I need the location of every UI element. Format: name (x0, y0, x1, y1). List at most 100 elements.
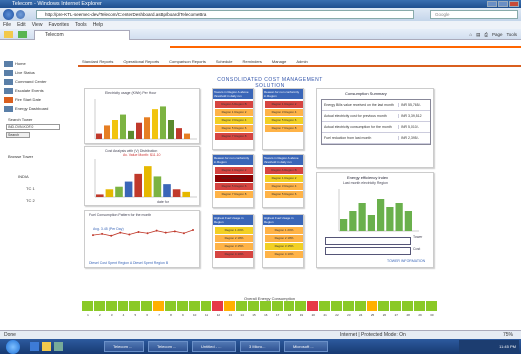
mid-panel-cell[interactable]: Region 5 Region 6 (265, 117, 303, 124)
sidebar-item-command-center[interactable]: Command Center (4, 78, 47, 86)
mid-panel-cell[interactable]: Region 3 Region 4 (265, 109, 303, 116)
timeline-cell[interactable] (425, 301, 438, 311)
timeline-cell[interactable] (117, 301, 130, 311)
timeline-cell[interactable] (283, 301, 296, 311)
clock[interactable]: 11:45 PM (499, 344, 516, 349)
mid-panel-cell[interactable]: Region 3 Region 4 (215, 117, 253, 124)
timeline-cell[interactable] (200, 301, 213, 311)
nav-schedule[interactable]: Schedule (216, 58, 233, 65)
timeline-cell[interactable] (82, 301, 94, 311)
taskbar-button[interactable]: Untitled - ... (192, 341, 236, 352)
timeline-cell[interactable] (224, 301, 237, 311)
timeline-cell[interactable] (354, 301, 367, 311)
mid-panel-cell[interactable]: Region 7 Region 8 (215, 133, 253, 140)
timeline-cell[interactable] (129, 301, 142, 311)
tower-information-link[interactable]: TOWER INFORMATION (387, 259, 425, 263)
start-button[interactable] (6, 340, 20, 354)
timeline-cell[interactable] (390, 301, 403, 311)
mid-panel-cell[interactable]: Region 5 Region 6 (215, 125, 253, 132)
tree-india[interactable]: INDIA (18, 174, 29, 179)
timeline-cell[interactable] (105, 301, 118, 311)
mid-panel-cell[interactable]: Region 3 15% (265, 243, 303, 250)
sidebar-item-fire-start-date[interactable]: Fire Start Date (4, 96, 41, 104)
forward-button[interactable] (16, 10, 25, 19)
timeline-cell[interactable] (141, 301, 154, 311)
timeline-cell[interactable] (212, 301, 225, 311)
search-input[interactable]: Google (430, 10, 518, 19)
mid-panel-cell[interactable]: Region 7 Region 8 (215, 191, 253, 198)
maximize-button[interactable] (498, 1, 508, 7)
mid-panel-cell[interactable]: Region 5 Region 6 (215, 183, 253, 190)
nav-admin[interactable]: Admin (296, 58, 307, 65)
timeline-cell[interactable] (153, 301, 166, 311)
sidebar-item-home[interactable]: Home (4, 60, 26, 68)
mid-panel-cell[interactable]: Region 1 Region 2 (265, 101, 303, 108)
folder-icon[interactable] (42, 342, 51, 351)
timeline-cell[interactable] (259, 301, 272, 311)
menu-help[interactable]: Help (93, 21, 103, 29)
sidebar-item-energy-dashboard[interactable]: Energy Dashboard (4, 105, 48, 113)
timeline-cell[interactable] (165, 301, 177, 311)
taskbar-button[interactable]: Telecom ... (104, 341, 144, 352)
mid-panel-cell[interactable]: Region 1 20% (215, 227, 253, 234)
feeds-icon[interactable]: ▤ (476, 31, 480, 38)
add-favorite-icon[interactable] (18, 31, 27, 38)
mid-panel-cell[interactable]: Region 4 10% (265, 251, 303, 258)
menu-favorites[interactable]: Favorites (48, 21, 69, 29)
timeline-cell[interactable] (414, 301, 426, 311)
tools-menu[interactable]: Tools (506, 31, 517, 38)
search-tower-input[interactable]: IND.OVN.KOF.0 (6, 124, 60, 130)
menu-tools[interactable]: Tools (75, 21, 87, 29)
print-icon[interactable]: ⎙ (484, 31, 488, 38)
mid-panel-cell[interactable]: Region A Region B (265, 167, 303, 174)
mid-panel-cell[interactable]: Region 1 20% (265, 227, 303, 234)
mid-panel-cell[interactable]: Region A Region B (215, 101, 253, 108)
timeline-cell[interactable] (248, 301, 260, 311)
menu-file[interactable]: File (3, 21, 11, 29)
mid-panel-cell[interactable]: Region 1 Region 2 (215, 167, 253, 174)
back-button[interactable] (3, 9, 14, 20)
ie-icon[interactable] (30, 342, 39, 351)
timeline-cell[interactable] (342, 301, 355, 311)
sidebar-item-live-status[interactable]: Live Status (4, 69, 35, 77)
mid-panel-cell[interactable]: Region 5 Region 6 (265, 191, 303, 198)
timeline-cell[interactable] (271, 301, 284, 311)
menu-edit[interactable]: Edit (17, 21, 26, 29)
nav-standard-reports[interactable]: Standard Reports (82, 58, 113, 65)
menu-view[interactable]: View (32, 21, 43, 29)
taskbar-button[interactable]: Microsoft ... (284, 341, 328, 352)
tab-telecom[interactable]: Telecom (34, 30, 130, 40)
tree-tc2[interactable]: TC 2 (26, 198, 35, 203)
timeline-cell[interactable] (378, 301, 391, 311)
minimize-button[interactable] (487, 1, 497, 7)
nav-operational-reports[interactable]: Operational Reports (123, 58, 159, 65)
taskbar-button[interactable]: 3 Micro... (240, 341, 280, 352)
mid-panel-cell[interactable]: Region 3 Region 4 (215, 175, 253, 182)
taskbar-button[interactable]: Telecom ... (148, 341, 188, 352)
timeline-cell[interactable] (307, 301, 320, 311)
tree-tc1[interactable]: TC 1 (26, 186, 35, 191)
timeline-cell[interactable] (331, 301, 343, 311)
timeline-cell[interactable] (402, 301, 415, 311)
mid-panel-cell[interactable]: Region 3 Region 4 (265, 183, 303, 190)
mid-panel-cell[interactable]: Region 4 10% (215, 251, 253, 258)
mid-panel-cell[interactable]: Region 2 18% (215, 235, 253, 242)
zoom-level[interactable]: 75% (503, 331, 513, 339)
mid-panel-cell[interactable]: Region 7 Region 8 (265, 125, 303, 132)
close-button[interactable] (509, 1, 519, 7)
timeline-cell[interactable] (319, 301, 332, 311)
desktop-icon[interactable] (54, 342, 63, 351)
page-menu[interactable]: Page (492, 31, 503, 38)
search-tower-button[interactable]: Search (6, 132, 30, 138)
mid-panel-cell[interactable]: Region 1 Region 2 (265, 175, 303, 182)
nav-comparison-reports[interactable]: Comparison Reports (169, 58, 206, 65)
favorites-star-icon[interactable] (4, 31, 13, 38)
mid-panel-cell[interactable]: Region 3 15% (215, 243, 253, 250)
timeline-cell[interactable] (176, 301, 189, 311)
sidebar-item-escalate-events[interactable]: Escalate Events (4, 87, 44, 95)
mid-panel-cell[interactable]: Region 1 Region 2 (215, 109, 253, 116)
home-icon[interactable]: ⌂ (469, 31, 472, 38)
nav-manage[interactable]: Manage (272, 58, 286, 65)
mid-panel-cell[interactable]: Region 2 18% (265, 235, 303, 242)
timeline-cell[interactable] (188, 301, 201, 311)
